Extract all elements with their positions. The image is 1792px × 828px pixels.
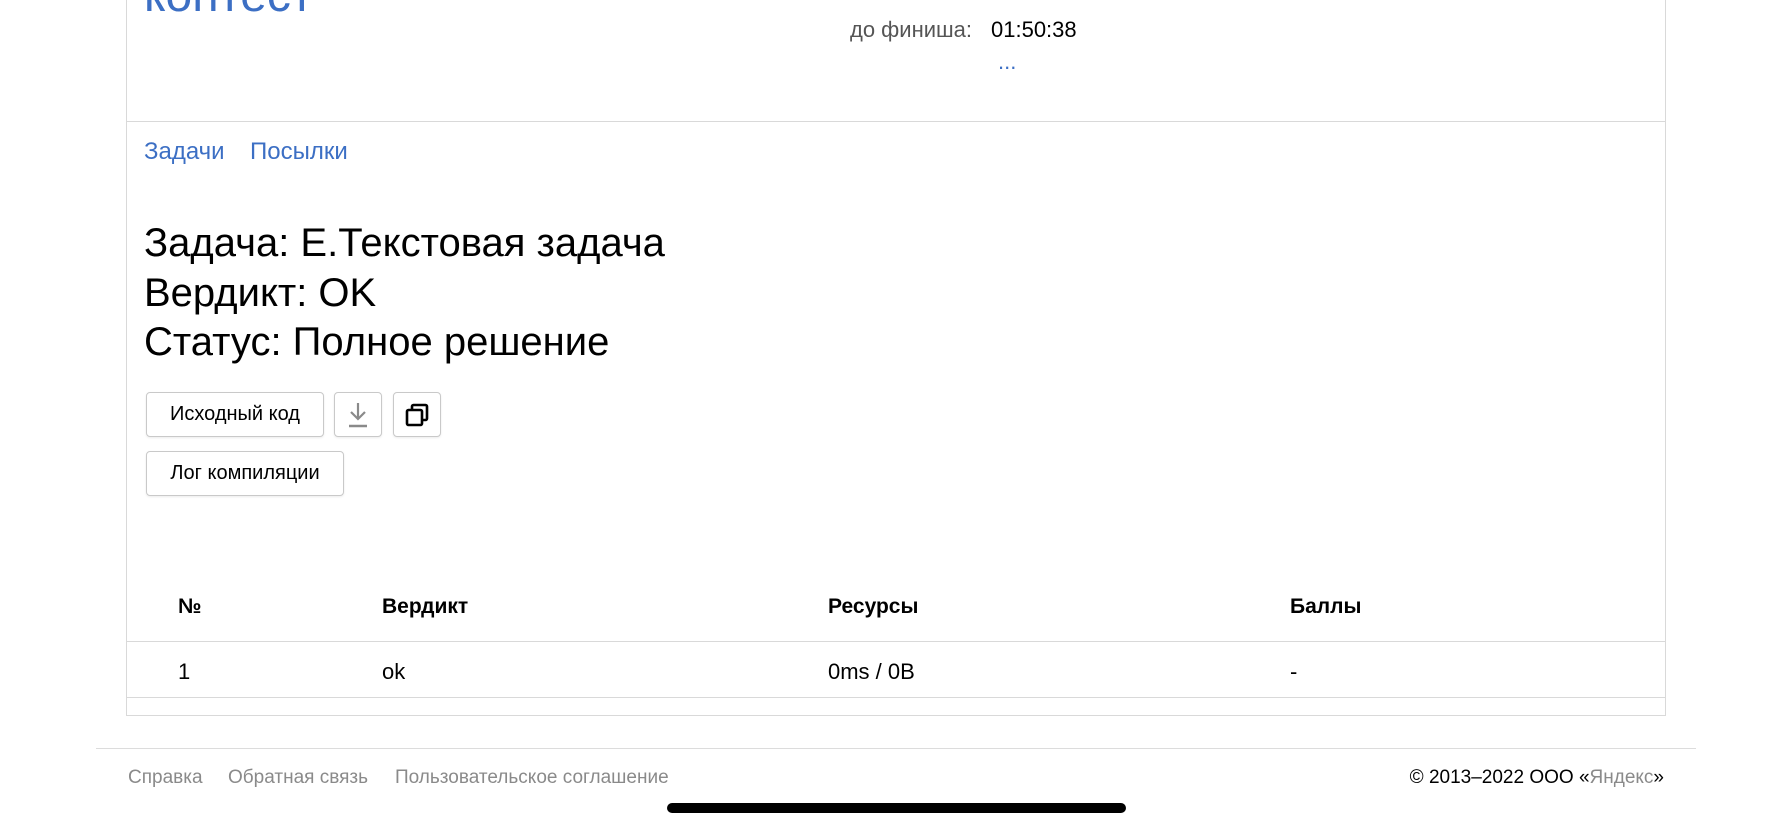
table-header-points: Баллы (1290, 595, 1362, 618)
footer-divider (96, 748, 1696, 749)
header-divider (127, 121, 1665, 122)
footer-feedback-link[interactable]: Обратная связь (228, 767, 368, 789)
cell-points: - (1290, 659, 1298, 684)
cell-resources: 0ms / 0B (828, 659, 915, 684)
copy-icon (405, 403, 429, 427)
download-icon (347, 401, 369, 429)
cell-number: 1 (178, 659, 191, 684)
nav-submissions-link[interactable]: Посылки (250, 138, 348, 166)
footer-help-link[interactable]: Справка (128, 767, 203, 789)
footer-agreement-link[interactable]: Пользовательское соглашение (395, 767, 669, 789)
source-code-button[interactable]: Исходный код (146, 392, 324, 437)
status-line: Статус: Полное решение (144, 320, 610, 364)
table-header-number: № (178, 595, 202, 618)
download-button[interactable] (334, 392, 382, 437)
yandex-link[interactable]: Яндекс (1590, 767, 1654, 788)
compile-log-button-label: Лог компиляции (170, 462, 320, 484)
source-code-button-label: Исходный код (170, 403, 300, 425)
timer-value: 01:50:38 (991, 17, 1077, 42)
brand-logo[interactable]: контест (144, 0, 313, 20)
cell-verdict: ok (382, 659, 406, 684)
home-indicator (667, 803, 1126, 813)
copyright-suffix: » (1653, 767, 1664, 788)
nav-tasks-link[interactable]: Задачи (144, 138, 225, 166)
table-header-verdict: Вердикт (382, 595, 469, 618)
copyright-prefix: © 2013–2022 ООО « (1409, 767, 1590, 788)
table-header-divider (127, 641, 1665, 642)
timer-label: до финиша: (850, 17, 973, 42)
task-title: Задача: E.Текстовая задача (144, 221, 665, 265)
copy-button[interactable] (393, 392, 441, 437)
table-row-divider (127, 697, 1665, 698)
copyright: © 2013–2022 ООО «Яндекс» (1410, 767, 1664, 789)
more-link[interactable]: ... (998, 49, 1016, 75)
compile-log-button[interactable]: Лог компиляции (146, 451, 344, 496)
table-header-resources: Ресурсы (828, 595, 919, 618)
verdict-line: Вердикт: OK (144, 271, 377, 315)
